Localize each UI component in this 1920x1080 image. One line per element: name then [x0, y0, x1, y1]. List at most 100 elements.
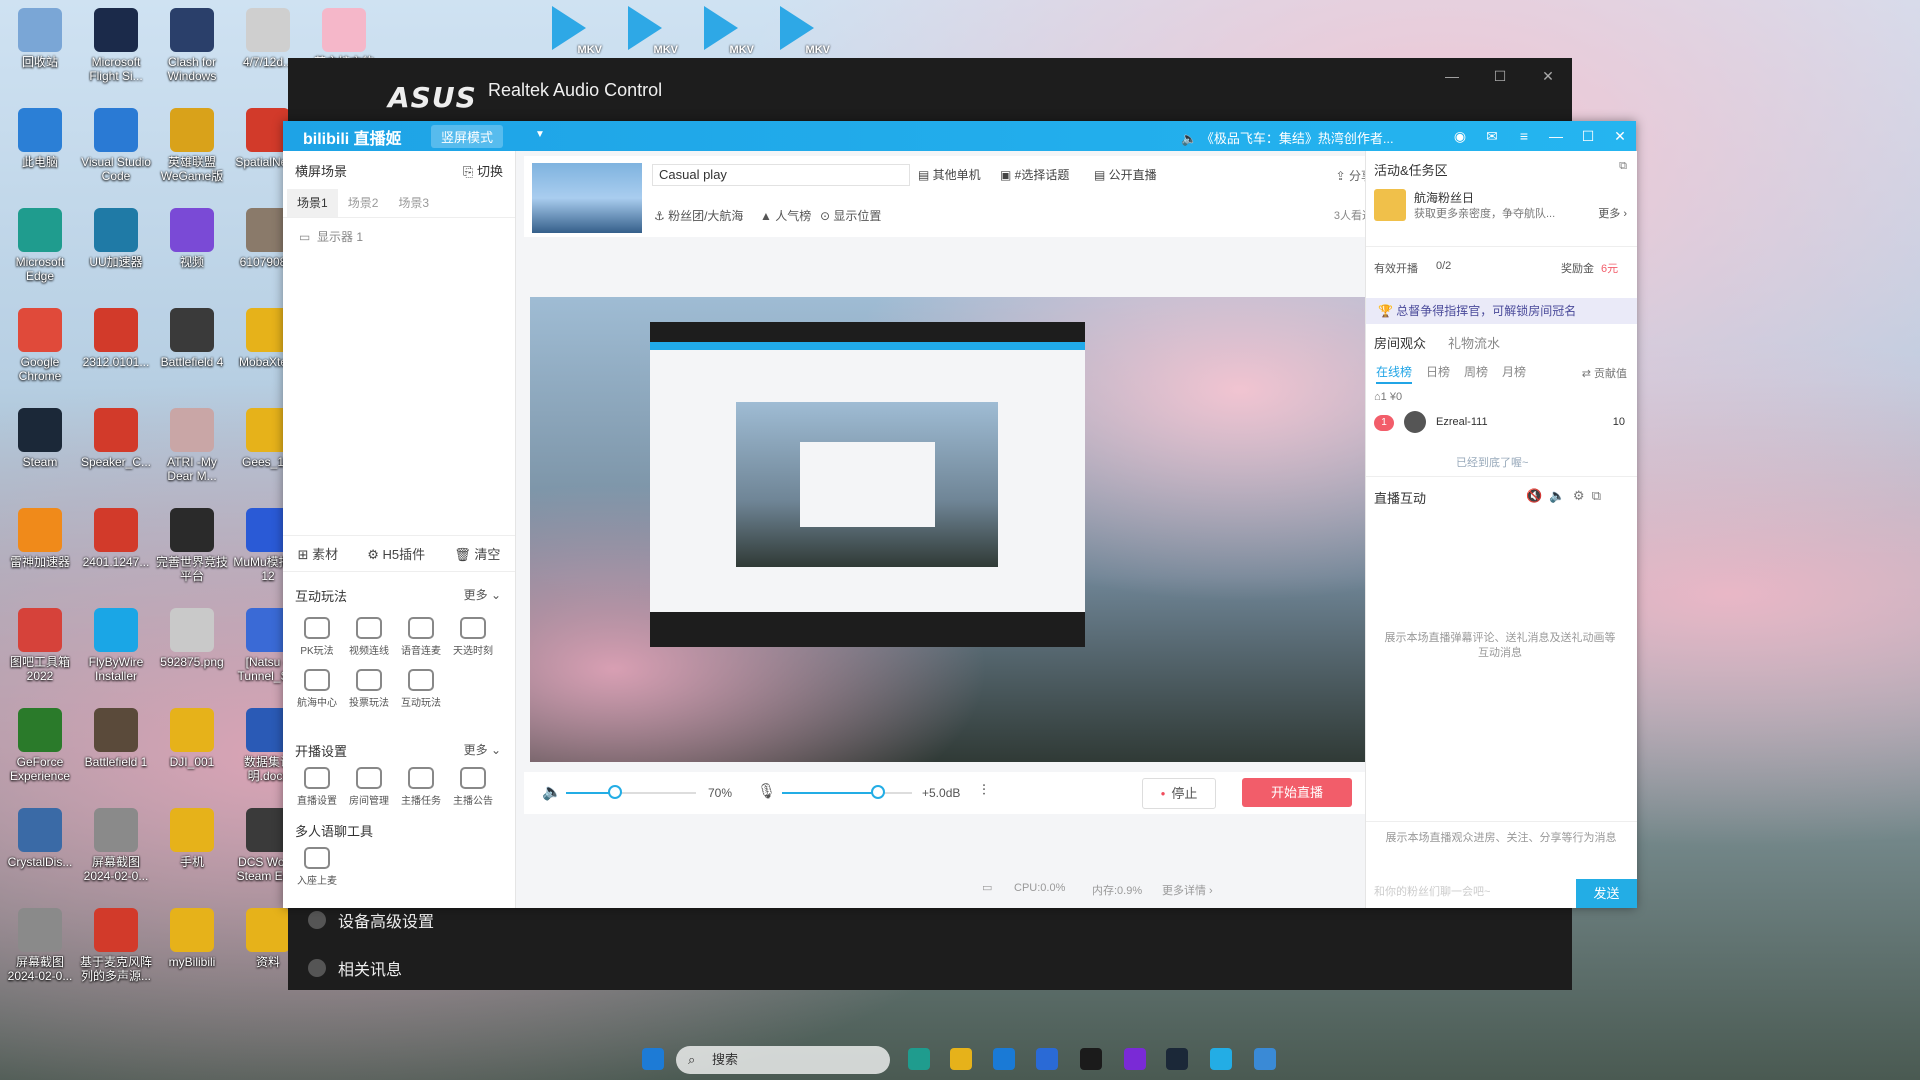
desktop-icon[interactable]: 视频	[154, 208, 230, 269]
mail-taskbar-icon[interactable]	[993, 1048, 1015, 1070]
desktop-icon[interactable]: 屏幕截图 2024-02-0...	[2, 908, 78, 983]
commander-banner[interactable]: 🏆 总督争得指挥官，可解锁房间冠名	[1366, 298, 1637, 324]
edge-taskbar-icon[interactable]	[908, 1048, 930, 1070]
desktop-icon[interactable]: 回收站	[2, 8, 78, 69]
store-taskbar-icon[interactable]	[1036, 1048, 1058, 1070]
desktop-icon[interactable]: Battlefield 1	[78, 708, 154, 769]
related-info[interactable]: 相关讯息	[308, 956, 402, 980]
onenote-taskbar-icon[interactable]	[1124, 1048, 1146, 1070]
more-details-link[interactable]: 更多详情 ›	[1162, 882, 1213, 898]
notice-text[interactable]: 🔈 《极品飞车：集结》热湾创作者...	[1181, 128, 1394, 147]
tab-weekly[interactable]: 周榜	[1464, 363, 1488, 384]
volume-slider[interactable]	[566, 792, 696, 794]
feature-button[interactable]: 入座上麦	[291, 847, 343, 887]
feature-button[interactable]: 语音连麦	[395, 617, 447, 657]
contribution-link[interactable]: ⇄ 贡献值	[1582, 365, 1627, 381]
close-icon[interactable]: ✕	[1604, 128, 1636, 145]
taskbar-search[interactable]: ⌕ 搜索	[676, 1046, 890, 1074]
desktop-icon[interactable]: Visual Studio Code	[78, 108, 154, 183]
menu-icon[interactable]: ≡	[1508, 128, 1540, 144]
feature-button[interactable]: 互动玩法	[395, 669, 447, 709]
desktop-icon[interactable]: DJI_001	[154, 708, 230, 769]
avatar[interactable]: ◉	[1444, 128, 1476, 145]
mkv-file-icon[interactable]: MKV	[546, 4, 606, 56]
desktop-icon[interactable]: UU加速器	[78, 208, 154, 269]
desktop-icon[interactable]: Speaker_C...	[78, 408, 154, 469]
desktop-icon[interactable]: GeForce Experience	[2, 708, 78, 783]
desktop-icon[interactable]: Microsoft Flight Si...	[78, 8, 154, 83]
mode-selector[interactable]: 竖屏模式	[431, 125, 504, 148]
tab-daily[interactable]: 日榜	[1426, 363, 1450, 384]
feature-button[interactable]: 天选时刻	[447, 617, 499, 657]
tab-scene-3[interactable]: 场景3	[388, 189, 439, 217]
desktop-icon[interactable]: 屏幕截图 2024-02-0...	[78, 808, 154, 883]
speaker-icon[interactable]: 🔈	[542, 782, 562, 802]
desktop-icon[interactable]: 英雄联盟 WeGame版	[154, 108, 230, 183]
h5-plugin-button[interactable]: ⚙ H5插件	[367, 544, 425, 563]
interaction-toolbar[interactable]: 🔇 🔈 ⚙ ⧉	[1526, 488, 1601, 504]
desktop-icon[interactable]: 2312.0101...	[78, 308, 154, 369]
close-icon[interactable]: ✕	[1524, 68, 1572, 85]
mic-knob[interactable]	[871, 785, 885, 799]
popularity-link[interactable]: ▲ 人气榜	[760, 207, 811, 224]
stop-button[interactable]: 停止	[1142, 778, 1216, 809]
desktop-icon[interactable]: CrystalDis...	[2, 808, 78, 869]
expand-icon[interactable]: ⧉	[1619, 160, 1627, 173]
monitor-icon[interactable]: ▭	[982, 881, 992, 894]
jetbrains-taskbar-icon[interactable]	[1080, 1048, 1102, 1070]
maximize-icon[interactable]: ☐	[1572, 128, 1604, 145]
interactive-more-button[interactable]: 更多 ⌄	[464, 586, 501, 603]
send-button[interactable]: 发送	[1576, 879, 1637, 908]
clear-button[interactable]: 🗑 清空	[454, 544, 500, 563]
maximize-icon[interactable]: ☐	[1476, 68, 1524, 85]
desktop-icon[interactable]: 雷神加速器	[2, 508, 78, 569]
stream-preview[interactable]	[530, 297, 1365, 762]
steam-taskbar-icon[interactable]	[1166, 1048, 1188, 1070]
bilibili-taskbar-icon[interactable]	[1210, 1048, 1232, 1070]
tab-scene-2[interactable]: 场景2	[338, 189, 389, 217]
chat-input[interactable]: 和你的粉丝们聊一会吧~	[1374, 883, 1569, 903]
desktop-icon[interactable]: 完善世界竞技平台	[154, 508, 230, 583]
desktop-icon[interactable]: ATRI -My Dear M...	[154, 408, 230, 483]
chevron-down-icon[interactable]: ▼	[535, 129, 545, 140]
app-taskbar-icon[interactable]	[1254, 1048, 1276, 1070]
material-button[interactable]: ⊞ 素材	[298, 544, 339, 563]
activity-more-link[interactable]: 更多 ›	[1598, 205, 1627, 221]
desktop-icon[interactable]: Clash for Windows	[154, 8, 230, 83]
desktop-icon[interactable]: 此电脑	[2, 108, 78, 169]
device-advanced-settings[interactable]: 设备高级设置	[308, 908, 434, 932]
mkv-file-icon[interactable]: MKV	[698, 4, 758, 56]
tab-gift-flow[interactable]: 礼物流水	[1448, 333, 1500, 352]
desktop-icon[interactable]: FlyByWire Installer	[78, 608, 154, 683]
desktop-icon[interactable]: Battlefield 4	[154, 308, 230, 369]
fans-link[interactable]: ⚓ 粉丝团/大航海	[654, 207, 743, 224]
avatar[interactable]	[1404, 411, 1426, 433]
tab-monthly[interactable]: 月榜	[1502, 363, 1526, 384]
desktop-icon[interactable]: Steam	[2, 408, 78, 469]
public-tag[interactable]: ▤ 公开直播	[1094, 166, 1157, 183]
mail-icon[interactable]: ✉	[1476, 128, 1508, 145]
minimize-icon[interactable]: —	[1540, 128, 1572, 144]
location-link[interactable]: ⊙ 显示位置	[820, 207, 881, 224]
feature-button[interactable]: PK玩法	[291, 617, 343, 657]
minimize-icon[interactable]: —	[1428, 68, 1476, 85]
mkv-file-icon[interactable]: MKV	[774, 4, 834, 56]
desktop-icon[interactable]: 手机	[154, 808, 230, 869]
room-cover[interactable]	[532, 163, 642, 233]
feature-button[interactable]: 视频连线	[343, 617, 395, 657]
mkv-file-icon[interactable]: MKV	[622, 4, 682, 56]
feature-button[interactable]: 主播任务	[395, 767, 447, 807]
audience-user-name[interactable]: Ezreal-111	[1436, 416, 1488, 428]
desktop-icon[interactable]: 592875.png	[154, 608, 230, 669]
desktop-icon[interactable]: 基于麦克风阵列的多声源...	[78, 908, 154, 983]
feature-button[interactable]: 航海中心	[291, 669, 343, 709]
feature-button[interactable]: 投票玩法	[343, 669, 395, 709]
desktop-icon[interactable]: Microsoft Edge	[2, 208, 78, 283]
windows-start-icon[interactable]	[642, 1048, 664, 1070]
desktop-icon[interactable]: 图吧工具箱2022	[2, 608, 78, 683]
feature-button[interactable]: 房间管理	[343, 767, 395, 807]
volume-knob[interactable]	[608, 785, 622, 799]
mixer-icon[interactable]: ⫶	[982, 782, 986, 799]
tab-scene-1[interactable]: 场景1	[287, 189, 338, 217]
file-explorer-icon[interactable]	[950, 1048, 972, 1070]
